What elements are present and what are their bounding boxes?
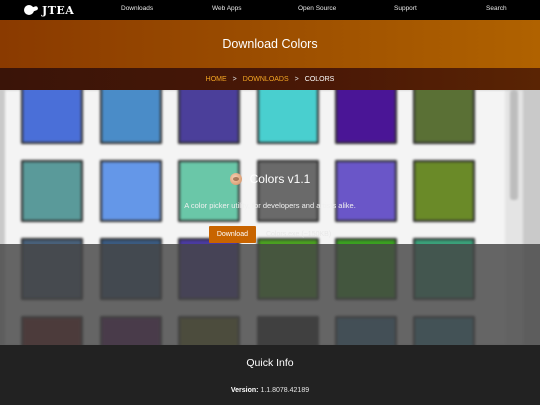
version-value: 1.1.8078.42189 — [260, 387, 310, 394]
nav-link-search[interactable]: Search — [486, 5, 507, 12]
version-label: Version: — [230, 387, 259, 394]
breadcrumb-current: COLORS — [304, 75, 335, 83]
color-swatch — [413, 90, 475, 144]
nav-link-support[interactable]: Support — [394, 5, 417, 12]
color-swatch — [257, 90, 319, 144]
color-swatch — [178, 160, 240, 222]
title-band: Download Colors — [0, 20, 540, 68]
app-preview-hero: Colors v1.1 A color picker utility, for … — [0, 90, 540, 345]
color-swatch — [413, 160, 475, 222]
color-swatch — [100, 90, 162, 144]
color-swatch — [21, 90, 83, 144]
breadcrumb-home[interactable]: HOME — [206, 76, 227, 83]
breadcrumb-downloads[interactable]: DOWNLOADS — [243, 76, 289, 83]
logo-text: JTEA — [42, 3, 75, 17]
top-nav: JTEA Downloads Web Apps Open Source Supp… — [0, 0, 540, 20]
download-row: Download Colors.exe (~150KB) — [0, 226, 540, 243]
color-swatch — [178, 90, 240, 144]
quick-info-section: Quick Info Version: 1.1.8078.42189 — [0, 345, 540, 405]
colors-app-icon — [229, 173, 242, 185]
version-line: Version: 1.1.8078.42189 — [0, 387, 540, 394]
breadcrumb: HOME > DOWNLOADS > COLORS — [0, 68, 540, 90]
nav-link-web-apps[interactable]: Web Apps — [212, 5, 242, 12]
nav-link-open-source[interactable]: Open Source — [298, 5, 336, 12]
app-name: Colors v1.1 — [249, 172, 311, 186]
color-swatch — [335, 160, 397, 222]
color-swatch — [100, 160, 162, 222]
breadcrumb-separator: > — [232, 75, 237, 83]
app-tagline: A color picker utility, for developers a… — [184, 201, 356, 210]
color-swatch — [21, 160, 83, 222]
color-swatch — [257, 160, 319, 222]
info-overlay — [0, 244, 540, 345]
nav-link-downloads[interactable]: Downloads — [121, 5, 153, 12]
site-logo[interactable]: JTEA — [24, 3, 74, 17]
breadcrumb-separator: > — [294, 75, 299, 83]
quick-info-title: Quick Info — [246, 357, 294, 369]
download-button[interactable]: Download — [208, 226, 256, 243]
page-title: Download Colors — [222, 37, 318, 51]
logo-icon — [24, 5, 34, 15]
download-file-info: Colors.exe (~150KB) — [265, 231, 332, 238]
color-swatch — [335, 90, 397, 144]
app-title-row: Colors v1.1 — [0, 172, 540, 186]
